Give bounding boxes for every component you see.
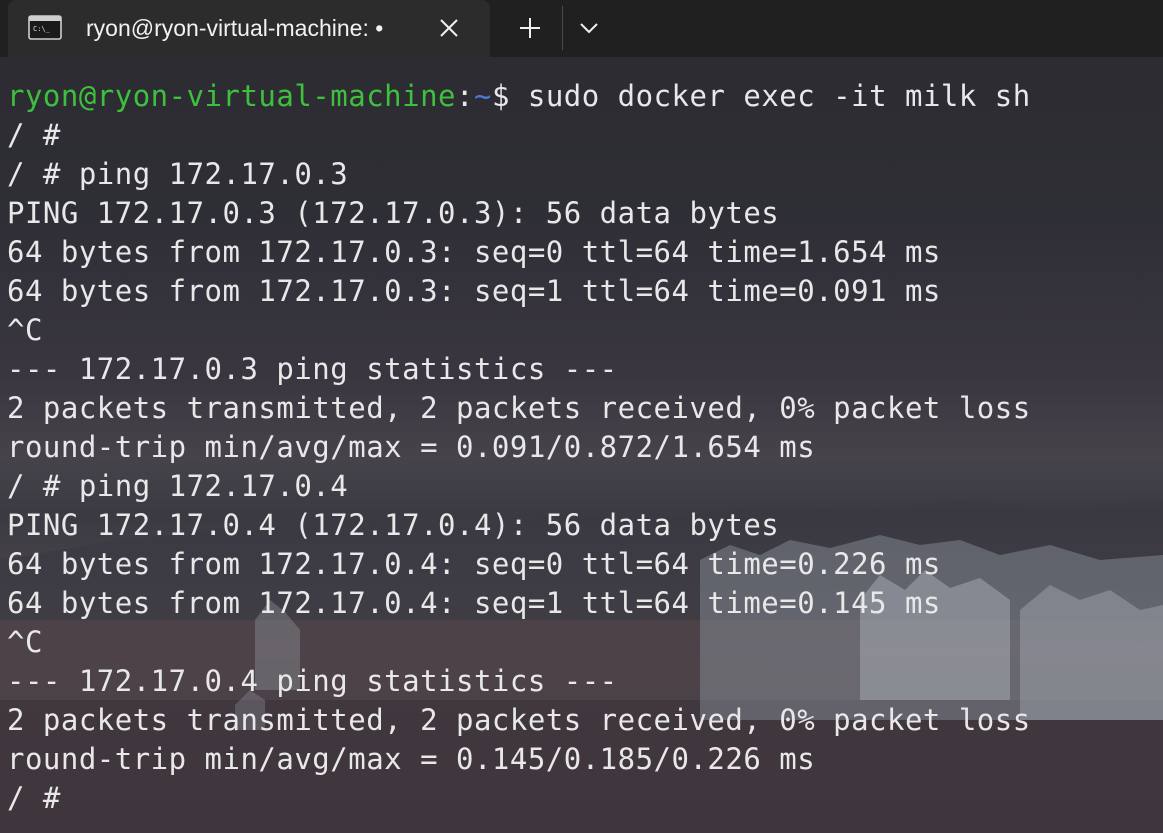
output-line: / #	[7, 781, 61, 815]
output-line: / #	[7, 118, 61, 152]
tab-active[interactable]: C:\_ ryon@ryon-virtual-machine: •	[8, 0, 490, 57]
output-line: / # ping 172.17.0.4	[7, 469, 349, 503]
tab-bar: C:\_ ryon@ryon-virtual-machine: •	[0, 0, 1163, 57]
svg-text:C:\_: C:\_	[33, 25, 51, 33]
output-line: round-trip min/avg/max = 0.091/0.872/1.6…	[7, 430, 816, 464]
output-line: PING 172.17.0.4 (172.17.0.4): 56 data by…	[7, 508, 780, 542]
terminal-icon: C:\_	[28, 15, 62, 40]
prompt-command: sudo docker exec -it milk sh	[527, 79, 1031, 113]
tab-title: ryon@ryon-virtual-machine: •	[86, 15, 384, 41]
terminal-window: C:\_ ryon@ryon-virtual-machine: • ryon@r…	[0, 0, 1163, 833]
output-line: --- 172.17.0.4 ping statistics ---	[7, 664, 618, 698]
new-tab-plus-icon[interactable]	[508, 10, 552, 46]
output-line: 64 bytes from 172.17.0.3: seq=1 ttl=64 t…	[7, 274, 941, 308]
prompt-colon: :	[456, 79, 474, 113]
terminal-output[interactable]: ryon@ryon-virtual-machine:~$ sudo docker…	[0, 57, 1163, 833]
output-line: ^C	[7, 625, 43, 659]
output-line: / # ping 172.17.0.3	[7, 157, 349, 191]
chevron-down-icon[interactable]	[570, 10, 608, 46]
output-line: 2 packets transmitted, 2 packets receive…	[7, 391, 1031, 425]
prompt-path: ~	[473, 79, 492, 113]
output-line: PING 172.17.0.3 (172.17.0.3): 56 data by…	[7, 196, 780, 230]
output-line: ^C	[7, 313, 43, 347]
tab-separator	[562, 6, 563, 50]
output-line: 64 bytes from 172.17.0.4: seq=1 ttl=64 t…	[7, 586, 941, 620]
output-line: 64 bytes from 172.17.0.4: seq=0 ttl=64 t…	[7, 547, 941, 581]
output-line: 2 packets transmitted, 2 packets receive…	[7, 703, 1031, 737]
close-icon[interactable]	[433, 12, 465, 44]
output-line: --- 172.17.0.3 ping statistics ---	[7, 352, 618, 386]
output-line: round-trip min/avg/max = 0.145/0.185/0.2…	[7, 742, 816, 776]
prompt-symbol: $	[491, 79, 528, 113]
prompt-user-host: ryon@ryon-virtual-machine	[7, 79, 456, 113]
prompt-line: ryon@ryon-virtual-machine:~$ sudo docker…	[7, 77, 1163, 116]
output-line: 64 bytes from 172.17.0.3: seq=0 ttl=64 t…	[7, 235, 941, 269]
